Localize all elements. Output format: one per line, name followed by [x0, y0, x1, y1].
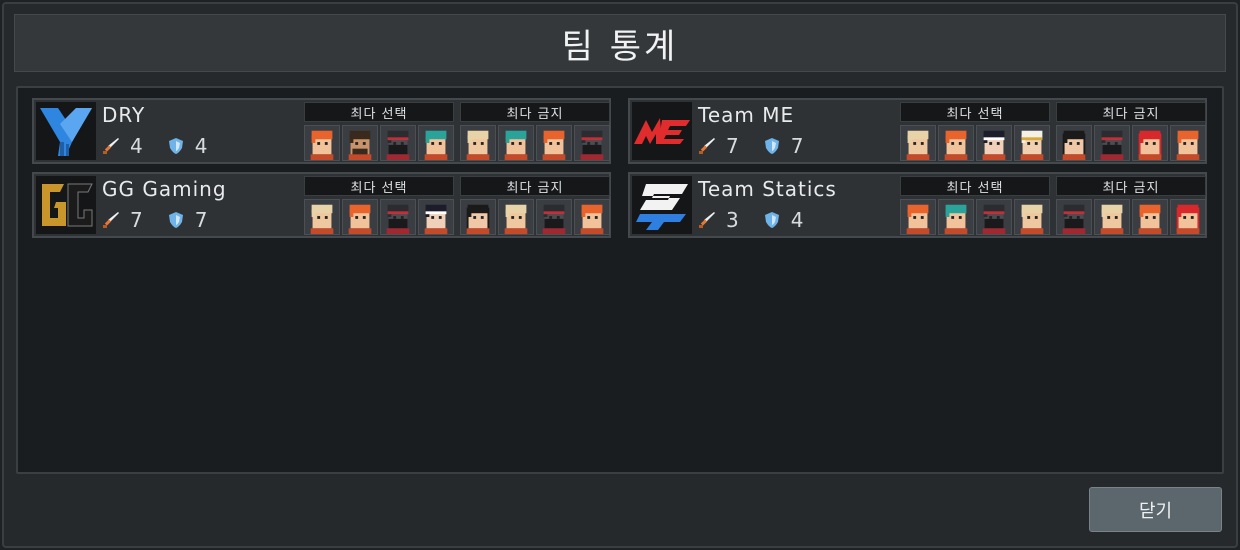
most-picked-label: 최다 선택 — [900, 102, 1050, 122]
dialog-title: 팀 통계 — [14, 14, 1226, 72]
sword-icon — [699, 138, 715, 154]
most-banned-label: 최다 금지 — [1056, 102, 1206, 122]
team-name: Team ME — [698, 103, 795, 127]
team-name: Team Statics — [698, 177, 837, 201]
bans-row — [1056, 125, 1206, 161]
picks-row — [900, 125, 1050, 161]
most-banned-label: 최다 금지 — [460, 102, 610, 122]
hero-portrait-masked-dark[interactable] — [976, 199, 1012, 235]
hero-portrait-gold-mage[interactable] — [1014, 125, 1050, 161]
sword-icon — [103, 212, 119, 228]
defense-value: 7 — [790, 134, 804, 158]
most-banned-group: 최다 금지 — [460, 102, 610, 162]
hero-portrait-masked-dark[interactable] — [574, 125, 610, 161]
team-stats: 7 7 — [102, 208, 207, 232]
hero-portrait-orange-hair[interactable] — [1132, 199, 1168, 235]
most-banned-group: 최다 금지 — [460, 176, 610, 236]
team-card-team-me[interactable]: Team ME 7 7 최다 선택 최다 금지 — [628, 98, 1207, 164]
team-me-logo-icon — [632, 102, 692, 160]
hero-portrait-masked-dark[interactable] — [536, 199, 572, 235]
team-card-gg-gaming[interactable]: GG Gaming 7 7 최다 선택 최다 금지 — [32, 172, 611, 238]
shield-icon — [168, 212, 183, 228]
shield-icon — [764, 212, 779, 228]
hero-portrait-blonde-hair[interactable] — [1094, 199, 1130, 235]
team-stats-panel: DRY 4 4 최다 선택 최다 금지 Team ME 7 7 최다 선택 최다… — [16, 86, 1224, 474]
hero-portrait-red-hair[interactable] — [1170, 199, 1206, 235]
team-name: DRY — [102, 103, 146, 127]
close-button-label: 닫기 — [1138, 500, 1173, 522]
most-picked-group: 최다 선택 — [900, 102, 1050, 162]
hero-portrait-blonde-hair[interactable] — [460, 125, 496, 161]
most-picked-group: 최다 선택 — [900, 176, 1050, 236]
attack-value: 3 — [726, 208, 739, 232]
team-stats: 3 4 — [698, 208, 803, 232]
bans-row — [460, 125, 610, 161]
hero-portrait-orange-hair[interactable] — [342, 199, 378, 235]
defense-value: 7 — [194, 208, 208, 232]
most-banned-group: 최다 금지 — [1056, 176, 1206, 236]
shield-icon — [764, 138, 779, 154]
team-card-team-statics[interactable]: Team Statics 3 4 최다 선택 최다 금지 — [628, 172, 1207, 238]
hero-portrait-masked-dark[interactable] — [1056, 199, 1092, 235]
hero-portrait-bald-brown[interactable] — [342, 125, 378, 161]
statics-logo-icon — [632, 176, 692, 234]
sword-icon — [699, 212, 715, 228]
team-name: GG Gaming — [102, 177, 227, 201]
hero-portrait-teal-hair[interactable] — [938, 199, 974, 235]
hero-portrait-dark-long-hair[interactable] — [460, 199, 496, 235]
most-picked-group: 최다 선택 — [304, 102, 454, 162]
attack-value: 7 — [726, 134, 739, 158]
picks-row — [304, 199, 454, 235]
hero-portrait-dark-ribbon[interactable] — [418, 199, 454, 235]
dry-logo-icon — [36, 102, 96, 160]
hero-portrait-blonde-hair[interactable] — [304, 199, 340, 235]
picks-row — [900, 199, 1050, 235]
most-picked-group: 최다 선택 — [304, 176, 454, 236]
attack-value: 7 — [130, 208, 143, 232]
team-stats: 7 7 — [698, 134, 803, 158]
hero-portrait-orange-hair[interactable] — [1170, 125, 1206, 161]
gg-logo-icon — [36, 176, 96, 234]
most-banned-label: 최다 금지 — [460, 176, 610, 196]
hero-portrait-masked-dark[interactable] — [1094, 125, 1130, 161]
hero-portrait-orange-hair[interactable] — [574, 199, 610, 235]
hero-portrait-orange-hair[interactable] — [938, 125, 974, 161]
hero-portrait-teal-hair[interactable] — [498, 125, 534, 161]
most-picked-label: 최다 선택 — [304, 102, 454, 122]
shield-icon — [168, 138, 183, 154]
hero-portrait-orange-hair[interactable] — [304, 125, 340, 161]
hero-portrait-masked-dark[interactable] — [380, 125, 416, 161]
hero-portrait-masked-dark[interactable] — [380, 199, 416, 235]
bans-row — [1056, 199, 1206, 235]
close-button[interactable]: 닫기 — [1089, 487, 1222, 532]
team-stats: 4 4 — [102, 134, 207, 158]
bans-row — [460, 199, 610, 235]
hero-portrait-dark-ribbon[interactable] — [976, 125, 1012, 161]
hero-portrait-orange-hair[interactable] — [900, 199, 936, 235]
hero-portrait-blonde-hair[interactable] — [900, 125, 936, 161]
hero-portrait-orange-hair[interactable] — [536, 125, 572, 161]
most-banned-group: 최다 금지 — [1056, 102, 1206, 162]
sword-icon — [103, 138, 119, 154]
hero-portrait-dark-long-hair[interactable] — [1056, 125, 1092, 161]
dialog-title-text: 팀 통계 — [561, 26, 679, 67]
attack-value: 4 — [130, 134, 143, 158]
defense-value: 4 — [194, 134, 208, 158]
picks-row — [304, 125, 454, 161]
hero-portrait-red-hair[interactable] — [1132, 125, 1168, 161]
hero-portrait-blonde-hair[interactable] — [1014, 199, 1050, 235]
most-picked-label: 최다 선택 — [900, 176, 1050, 196]
defense-value: 4 — [790, 208, 804, 232]
team-card-dry[interactable]: DRY 4 4 최다 선택 최다 금지 — [32, 98, 611, 164]
hero-portrait-blonde-hair[interactable] — [498, 199, 534, 235]
most-banned-label: 최다 금지 — [1056, 176, 1206, 196]
hero-portrait-teal-hair[interactable] — [418, 125, 454, 161]
most-picked-label: 최다 선택 — [304, 176, 454, 196]
